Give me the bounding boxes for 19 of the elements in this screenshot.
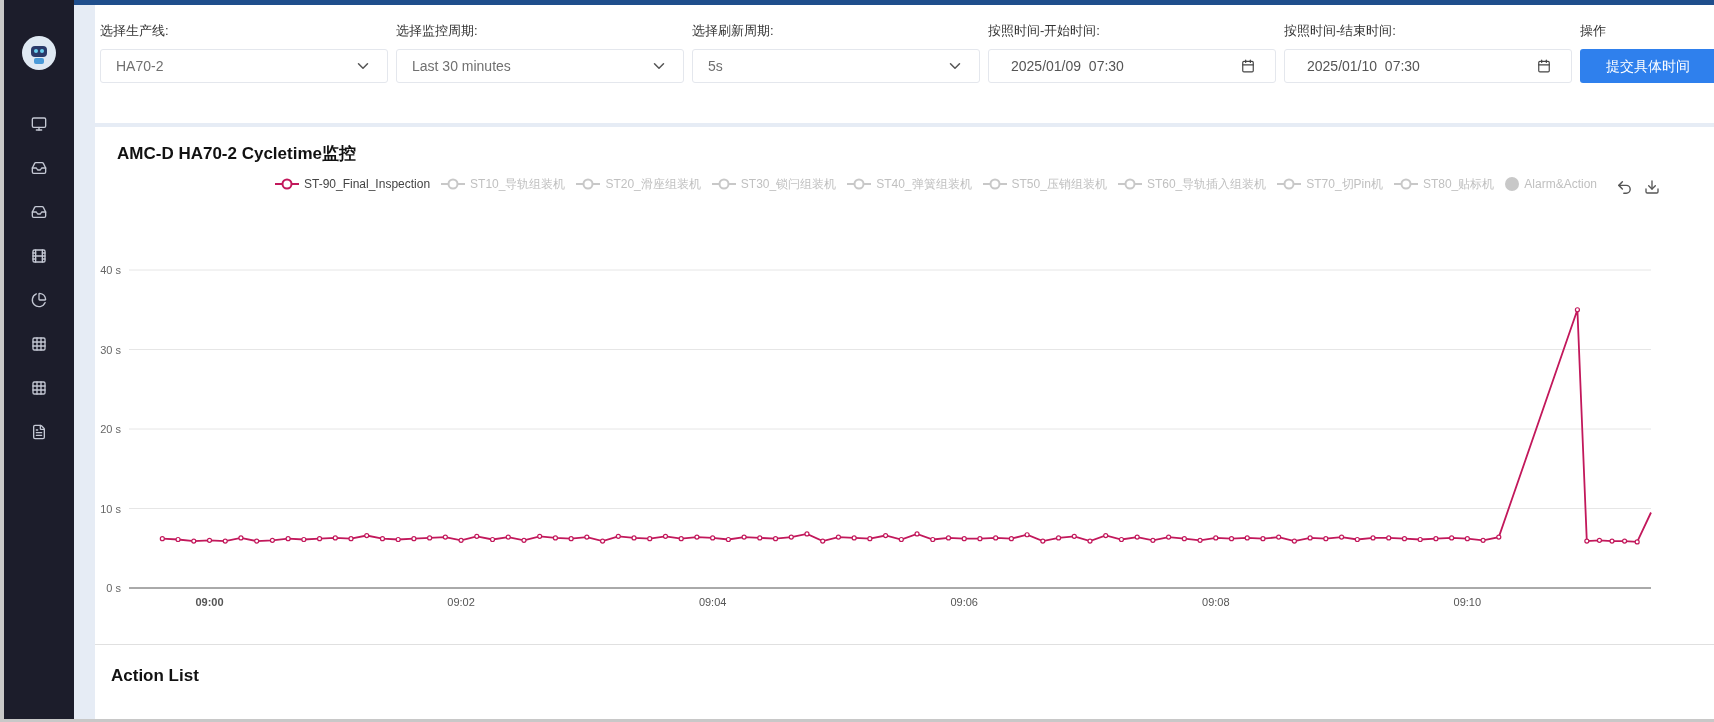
y-tick-label: 0 s: [106, 581, 121, 594]
x-tick-label: 09:10: [1453, 595, 1482, 608]
x-tick-label: 09:04: [698, 595, 727, 608]
filter-label: 按照时间-结束时间:: [1284, 23, 1397, 39]
filter-label: 选择监控周期:: [396, 23, 479, 39]
filter-label: 按照时间-开始时间:: [988, 23, 1101, 39]
section-title: Action List: [111, 666, 199, 685]
y-tick-label: 10 s: [100, 502, 121, 514]
y-tick-label: 30 s: [100, 343, 121, 355]
y-tick-label: 20 s: [100, 422, 121, 435]
x-tick-label: 09:08: [1202, 595, 1230, 608]
filter-label: 选择生产线:: [100, 23, 170, 39]
filter-label: 操作: [1580, 23, 1607, 39]
chart-title: AMC-D HA70-2 Cycletime监控: [117, 143, 356, 165]
x-tick-label: 09:00: [195, 595, 224, 608]
filter-label: 选择刷新周期:: [692, 23, 775, 39]
x-tick-label: 09:06: [950, 595, 978, 608]
y-tick-label: 40 s: [100, 263, 121, 276]
x-tick-label: 09:02: [447, 595, 475, 608]
